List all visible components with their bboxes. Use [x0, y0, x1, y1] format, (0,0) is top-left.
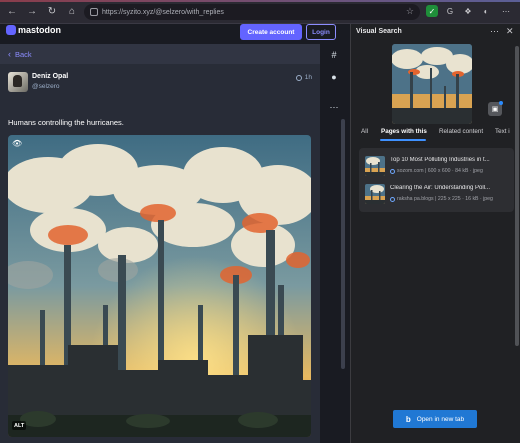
result-thumbnail	[365, 184, 385, 204]
menu-dots-icon[interactable]: ⋯	[328, 102, 340, 114]
back-label: Back	[15, 49, 32, 59]
crop-search-button[interactable]: ▣	[488, 101, 503, 116]
post-content: Humans controlling the hurricanes.	[8, 118, 124, 127]
browser-toolbar: ← → ↻ ⌂ https://syzito.xyz/@selzero/with…	[0, 0, 520, 24]
post-author[interactable]: Deniz Opal @selzero 1h	[8, 72, 312, 94]
mastodon-logo[interactable]: mastodon	[6, 25, 61, 35]
bing-logo-icon: b	[405, 414, 411, 424]
result-thumbnail	[365, 156, 385, 176]
result-item[interactable]: Clearing the Air: Understanding Poll... …	[365, 184, 514, 206]
login-button[interactable]: Login	[306, 24, 336, 40]
author-handle[interactable]: @selzero	[32, 83, 60, 90]
thumbnail-factory-image	[392, 44, 472, 124]
post-image[interactable]: 👁 ALT	[8, 135, 311, 437]
site-globe-icon	[390, 168, 395, 174]
result-meta: raksha pa.blogs | 225 x 225 · 16 kB · jp…	[390, 196, 508, 202]
result-title[interactable]: Clearing the Air: Understanding Poll...	[390, 185, 508, 191]
crop-icon: ▣	[491, 106, 499, 113]
reload-icon[interactable]: ↻	[44, 4, 60, 20]
extension-g-icon[interactable]: G	[444, 5, 456, 17]
open-in-new-tab-label: Open in new tab	[416, 415, 465, 423]
alt-text-badge[interactable]: ALT	[12, 421, 27, 430]
visual-search-title: Visual Search	[356, 28, 402, 35]
more-menu-icon[interactable]: ⋯	[500, 5, 512, 17]
panel-more-icon[interactable]: ⋯	[490, 26, 499, 37]
tab-text[interactable]: Text i	[495, 128, 510, 135]
open-in-new-tab-button[interactable]: b Open in new tab	[393, 410, 477, 428]
back-button[interactable]: ‹ Back	[0, 44, 320, 64]
result-title[interactable]: Top 10 Most Polluting Industries in t...	[390, 157, 508, 163]
panel-close-icon[interactable]: ✕	[506, 26, 514, 37]
pages-results-list: Top 10 Most Polluting Industries in t...…	[359, 148, 514, 212]
post-column: ‹ Back Deniz Opal @selzero 1h Humans con…	[0, 44, 320, 443]
chevron-left-icon: ‹	[8, 49, 11, 59]
visual-search-panel: Visual Search ⋯ ✕ ▣ All Pages with this …	[350, 24, 520, 443]
back-arrow-icon[interactable]: ←	[4, 4, 20, 20]
panel-scrollbar[interactable]	[515, 46, 519, 346]
lock-icon	[90, 8, 98, 16]
tab-strip-edge	[0, 0, 520, 2]
side-rail: # ● ⋯	[320, 44, 350, 443]
result-meta-text: raksha pa.blogs | 225 x 225 · 16 kB · jp…	[397, 196, 493, 202]
address-bar[interactable]: https://syzito.xyz/@selzero/with_replies…	[84, 4, 420, 20]
result-meta-text: sozom.com | 600 x 600 · 84 kB · jpeg	[397, 168, 483, 174]
favorite-star-icon[interactable]: ☆	[406, 6, 414, 17]
address-url: https://syzito.xyz/@selzero/with_replies	[102, 8, 224, 16]
hide-media-eye-icon[interactable]: 👁	[12, 139, 24, 149]
create-account-button[interactable]: Create account	[240, 24, 302, 40]
edge-icon[interactable]: ◐	[480, 5, 492, 17]
shield-extension-icon[interactable]: ✓	[426, 5, 438, 17]
tab-pages-with-this[interactable]: Pages with this	[381, 128, 427, 135]
author-display-name[interactable]: Deniz Opal	[32, 73, 68, 80]
site-header: mastodon Create account Login	[0, 24, 350, 40]
result-item[interactable]: Top 10 Most Polluting Industries in t...…	[365, 156, 514, 178]
extensions-puzzle-icon[interactable]: ❖	[462, 5, 474, 17]
active-tab-indicator	[380, 139, 426, 141]
tab-related-content[interactable]: Related content	[439, 128, 483, 135]
search-image-thumbnail[interactable]	[392, 44, 472, 124]
post-time: 1h	[304, 74, 312, 81]
site-globe-icon	[390, 196, 395, 202]
avatar[interactable]	[8, 72, 28, 92]
factory-smokestacks-image	[8, 135, 311, 437]
forward-arrow-icon[interactable]: →	[24, 4, 40, 20]
explore-globe-icon[interactable]: ●	[328, 72, 340, 84]
post-timestamp[interactable]: 1h	[295, 74, 312, 81]
mastodon-page: mastodon Create account Login ‹ Back Den…	[0, 24, 350, 443]
logo-text: mastodon	[18, 25, 62, 35]
notification-dot	[499, 101, 503, 105]
visual-search-tabs: All Pages with this Related content Text…	[351, 128, 520, 142]
tab-all[interactable]: All	[361, 128, 368, 135]
page-scrollbar[interactable]	[341, 119, 345, 369]
result-meta: sozom.com | 600 x 600 · 84 kB · jpeg	[390, 168, 508, 174]
mastodon-logo-icon	[6, 25, 16, 35]
home-icon[interactable]: ⌂	[64, 4, 80, 20]
hashtag-icon[interactable]: #	[328, 50, 340, 62]
public-globe-icon	[295, 74, 302, 81]
